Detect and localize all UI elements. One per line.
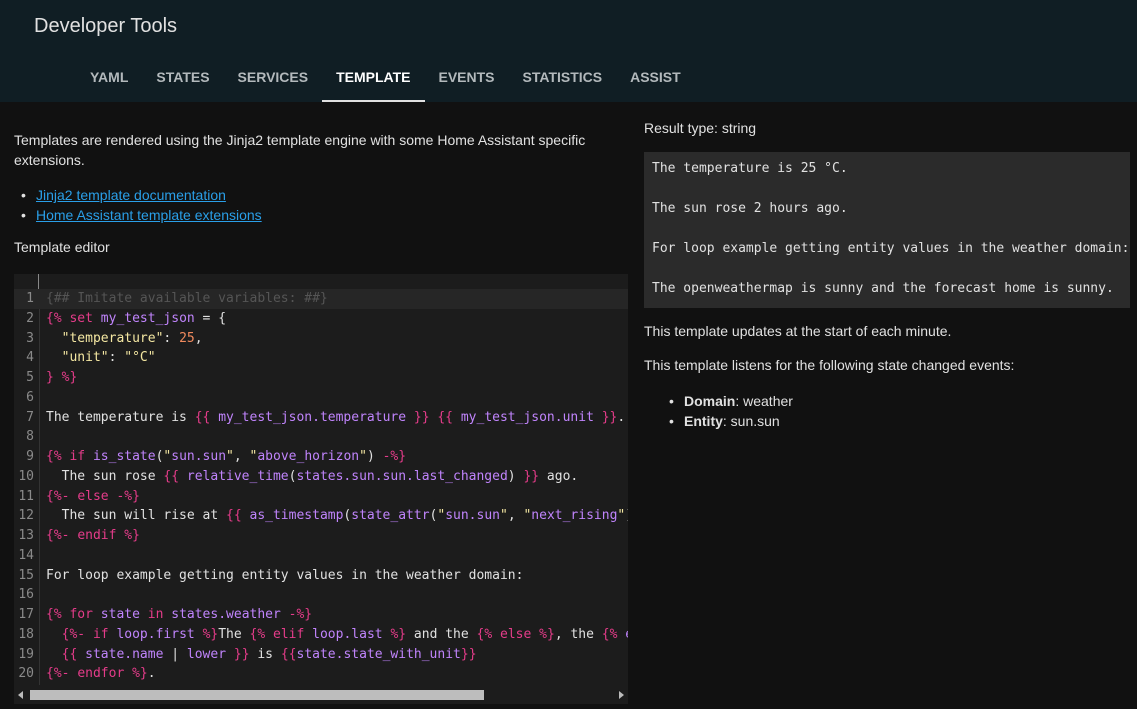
line-number: 2 [26,310,34,326]
template-editor-label: Template editor [14,239,110,255]
line-number: 12 [18,508,34,524]
code-line[interactable]: 10 The sun rose {{ relative_time(states.… [14,467,628,487]
code-line[interactable]: 16 [14,585,628,605]
code-line-text: {% set my_test_json = { [46,310,227,326]
code-line[interactable]: 18 {%- if loop.first %}The {% elif loop.… [14,625,628,645]
line-number: 9 [26,449,34,464]
line-number: 13 [18,528,34,543]
code-line-text: {%- endif %} [46,528,140,543]
code-line[interactable]: 12 The sun will rise at {{ as_timestamp(… [14,506,628,526]
code-line[interactable]: 3 "temperature": 25, [14,329,628,349]
line-number: 20 [18,666,34,682]
code-line[interactable]: 15 For loop example getting entity values… [14,566,628,586]
page-title: Developer Tools [34,15,178,37]
scroll-left-icon[interactable] [18,691,23,699]
code-line-text: {%- endfor %}. [46,666,156,682]
horizontal-scrollbar[interactable] [14,686,628,704]
listener-list: Domain: weather Entity: sun.sun [669,391,793,431]
code-line[interactable]: 14 [14,546,628,566]
code-line[interactable]: 13 {%- endif %} [14,526,628,546]
list-item: Entity: sun.sun [669,411,793,431]
list-item: Home Assistant template extensions [21,205,262,225]
code-line-text: The sun will rise at {{ as_timestamp(sta… [46,508,628,524]
code-line[interactable]: 11 {%- else -%} [14,487,628,507]
listener-value: : sun.sun [722,413,780,429]
tab-events[interactable]: EVENTS [425,56,509,102]
line-number: 14 [18,547,34,563]
line-number: 16 [18,587,34,603]
code-line[interactable]: 2 {% set my_test_json = { [14,309,628,329]
line-number: 5 [26,370,34,385]
code-line-text: {## Imitate available variables: ##} [46,291,328,306]
line-number: 17 [18,607,34,622]
line-number: 1 [26,291,34,306]
code-line-text: "temperature": 25, [61,330,203,346]
intro-text: Templates are rendered using the Jinja2 … [14,132,586,168]
update-frequency-text: This template updates at the start of ea… [644,323,952,339]
listener-key: Entity [684,413,723,429]
code-line-text: {%- if loop.first %}The {% elif loop.las… [61,626,628,642]
code-line[interactable]: 1 {## Imitate available variables: ##} [14,289,628,309]
code-line[interactable]: 9 {% if is_state("sun.sun", "above_horizo… [14,447,628,467]
list-item: Jinja2 template documentation [21,185,262,205]
code-line-text: For loop example getting entity values i… [46,567,524,583]
line-number: 7 [26,409,34,425]
template-editor[interactable]: 1 {## Imitate available variables: ##} 2 {%… [14,274,628,704]
code-line[interactable]: 20 {%- endfor %}. [14,664,628,684]
jinja2-docs-link[interactable]: Jinja2 template documentation [36,187,226,203]
result-line: For loop example getting entity values i… [652,241,1130,256]
tab-services[interactable]: SERVICES [224,56,323,102]
code-line[interactable]: 8 [14,427,628,447]
listeners-text: This template listens for the following … [644,357,1015,373]
tab-assist[interactable]: ASSIST [616,56,695,102]
code-line[interactable]: 6 [14,388,628,408]
tab-bar: YAML STATES SERVICES TEMPLATE EVENTS STA… [76,56,695,102]
result-line: The temperature is 25 °C. [652,161,848,176]
line-number: 6 [26,389,34,405]
tab-template[interactable]: TEMPLATE [322,56,425,102]
code-line[interactable]: 19 {{ state.name | lower }} is {{state.s… [14,645,628,665]
code-line[interactable]: 4 "unit": "°C" [14,348,628,368]
code-line-text: "unit": "°C" [61,350,156,366]
text-cursor [38,274,39,290]
line-number: 10 [18,468,34,484]
tab-statistics[interactable]: STATISTICS [509,56,617,102]
code-line-text: {% if is_state("sun.sun", "above_horizon… [46,449,407,464]
code-area[interactable]: 1 {## Imitate available variables: ##} 2 {%… [14,289,628,684]
line-number: 4 [26,350,34,366]
line-number: 18 [18,626,34,642]
line-number: 19 [18,646,34,662]
line-number: 3 [26,330,34,346]
result-output: The temperature is 25 °C. The sun rose 2… [644,152,1130,308]
code-line[interactable]: 7 The temperature is {{ my_test_json.temp… [14,408,628,428]
result-line: The openweathermap is sunny and the fore… [652,281,1114,296]
ha-template-extensions-link[interactable]: Home Assistant template extensions [36,207,262,223]
code-line-text: The sun rose {{ relative_time(states.sun… [46,468,579,484]
code-line[interactable]: 5 } %} [14,368,628,388]
doc-links: Jinja2 template documentation Home Assis… [21,185,262,225]
code-line[interactable]: 17 {% for state in states.weather -%} [14,605,628,625]
listener-value: : weather [735,393,793,409]
tab-yaml[interactable]: YAML [76,56,142,102]
top-app-bar: Developer Tools YAML STATES SERVICES TEM… [0,0,1137,102]
scroll-right-icon[interactable] [619,691,624,699]
line-number: 15 [18,567,34,583]
listener-key: Domain [684,393,736,409]
scrollbar-thumb[interactable] [30,690,484,700]
code-line-text: The temperature is {{ my_test_json.tempe… [46,409,626,425]
line-number: 11 [18,488,34,504]
code-line-text: } %} [46,370,78,385]
code-line-text: {% for state in states.weather -%} [46,607,313,622]
result-line: The sun rose 2 hours ago. [652,201,848,216]
code-line-text: {{ state.name | lower }} is {{state.stat… [61,646,477,662]
result-type-label: Result type: string [644,120,757,136]
tab-states[interactable]: STATES [142,56,223,102]
code-line-text: {%- else -%} [46,488,140,504]
line-number: 8 [26,429,34,445]
list-item: Domain: weather [669,391,793,411]
